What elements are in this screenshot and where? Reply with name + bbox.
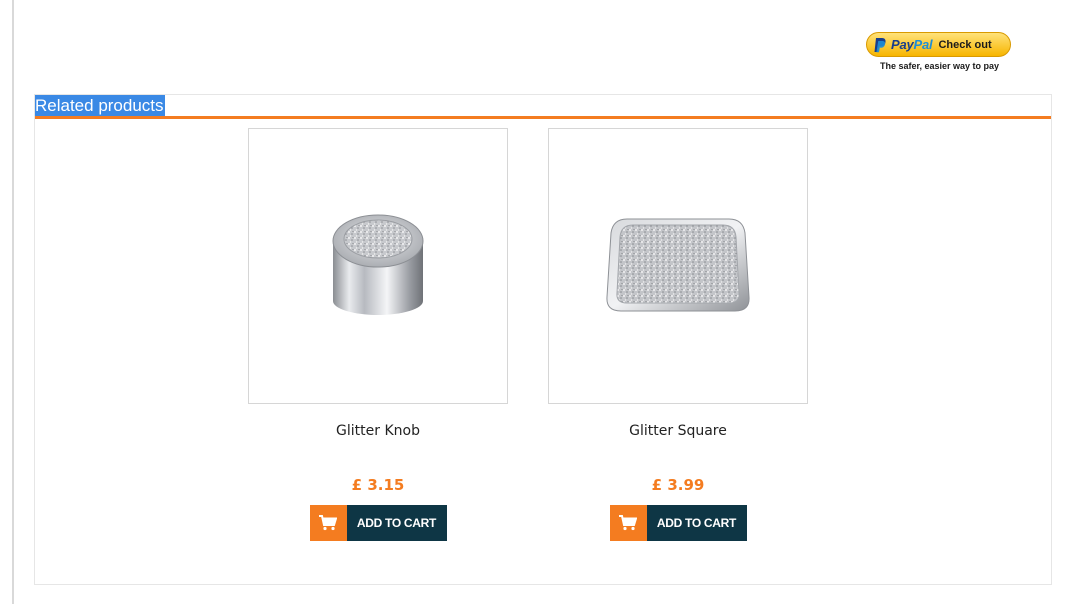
add-to-cart-label: ADD TO CART	[646, 505, 747, 541]
paypal-logo-icon	[874, 37, 886, 52]
cart-icon-box	[309, 505, 347, 541]
page: PayPal Check out The safer, easier way t…	[0, 0, 1079, 604]
title-underline	[35, 116, 1051, 119]
related-products-title: Related products	[35, 95, 165, 116]
product-image-link[interactable]	[548, 128, 808, 404]
shopping-cart-icon	[319, 515, 337, 531]
product-price: £ 3.15	[351, 476, 405, 494]
add-to-cart-button[interactable]: ADD TO CART	[609, 505, 747, 541]
glitter-square-image	[606, 218, 750, 312]
glitter-knob-image	[332, 214, 424, 315]
product-card-glitter-square: Glitter Square £ 3.99 ADD TO CART	[548, 128, 808, 541]
paypal-tagline: The safer, easier way to pay	[879, 61, 1000, 71]
paypal-checkout[interactable]: PayPal Check out The safer, easier way t…	[866, 32, 1013, 74]
product-price: £ 3.99	[651, 476, 705, 494]
product-card-glitter-knob: Glitter Knob £ 3.15 ADD TO CART	[248, 128, 508, 541]
add-to-cart-button[interactable]: ADD TO CART	[309, 505, 447, 541]
product-name[interactable]: Glitter Square	[548, 421, 808, 441]
product-image-link[interactable]	[248, 128, 508, 404]
paypal-wordmark: PayPal	[891, 37, 933, 52]
paypal-word-pay: Pay	[891, 37, 914, 52]
shopping-cart-icon	[619, 515, 637, 531]
product-name[interactable]: Glitter Knob	[248, 421, 508, 441]
cart-icon-box	[609, 505, 647, 541]
left-border	[12, 0, 14, 604]
paypal-checkout-label: Check out	[938, 38, 992, 51]
paypal-word-pal: Pal	[913, 37, 933, 52]
add-to-cart-label: ADD TO CART	[346, 505, 447, 541]
related-products-section: Related products Glitter Knob £ 3.15 ADD…	[34, 94, 1052, 585]
paypal-checkout-button[interactable]: PayPal Check out	[866, 32, 1011, 57]
